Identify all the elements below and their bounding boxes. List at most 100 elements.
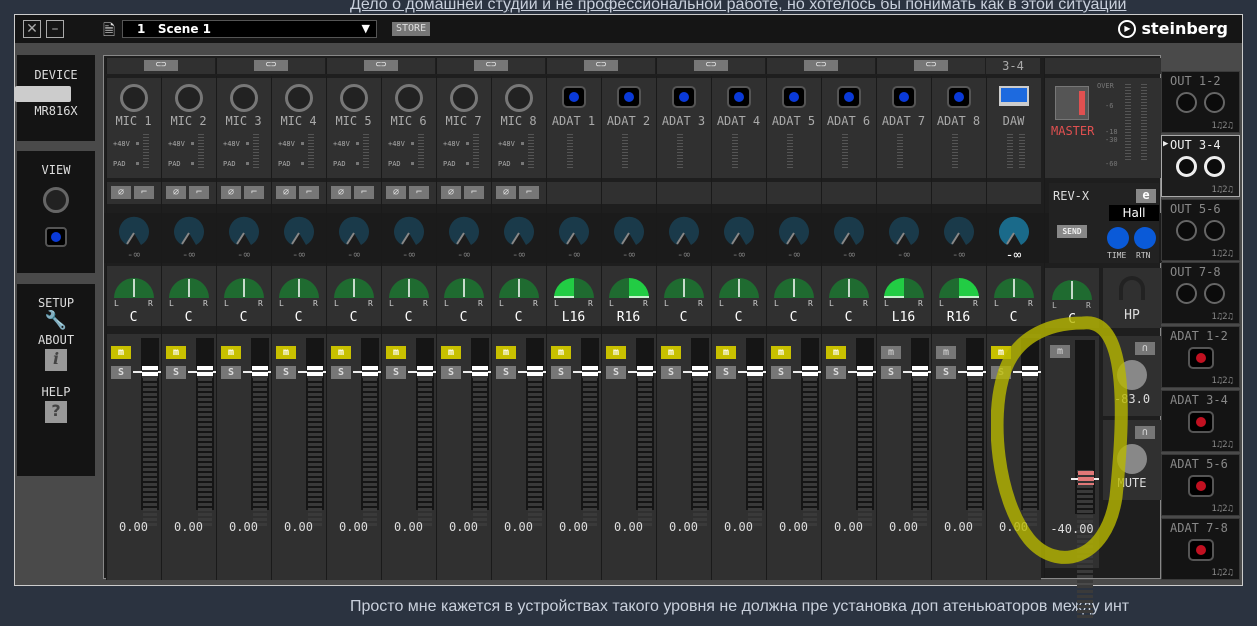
hpf-button[interactable]: ⌐ bbox=[189, 186, 209, 199]
hpf-button[interactable]: ⌐ bbox=[519, 186, 539, 199]
solo-button[interactable]: S bbox=[441, 366, 461, 379]
view-analog-icon[interactable] bbox=[43, 187, 69, 213]
fader-track[interactable] bbox=[196, 338, 214, 526]
solo-button[interactable]: S bbox=[551, 366, 571, 379]
pad-toggle[interactable] bbox=[466, 162, 469, 165]
fader-track[interactable] bbox=[966, 338, 984, 526]
fader-handle[interactable] bbox=[197, 366, 213, 378]
fader-track[interactable] bbox=[141, 338, 159, 526]
fader-track[interactable] bbox=[746, 338, 764, 526]
pad-toggle[interactable] bbox=[191, 162, 194, 165]
reverb-rtn-knob[interactable] bbox=[1134, 227, 1156, 249]
phantom-toggle[interactable] bbox=[191, 142, 194, 145]
fader-handle[interactable] bbox=[747, 366, 763, 378]
mute-button[interactable]: m bbox=[276, 346, 296, 359]
scene-select[interactable]: 1 Scene 1 ▼ bbox=[122, 20, 377, 38]
minimize-button[interactable]: – bbox=[46, 20, 64, 38]
output-adat-1-2[interactable]: ADAT 1-2 1♫2♫ bbox=[1161, 326, 1240, 388]
reverb-time-knob[interactable] bbox=[1107, 227, 1129, 249]
pad-toggle[interactable] bbox=[411, 162, 414, 165]
solo-button[interactable]: S bbox=[771, 366, 791, 379]
solo-button[interactable]: S bbox=[936, 366, 956, 379]
link-icon[interactable]: ⊂⊃ bbox=[474, 60, 508, 71]
fader-track[interactable] bbox=[691, 338, 709, 526]
phantom-toggle[interactable] bbox=[136, 142, 139, 145]
wrench-icon[interactable]: 🔧 bbox=[17, 310, 95, 331]
solo-button[interactable]: S bbox=[221, 366, 241, 379]
phase-button[interactable]: ⌀ bbox=[166, 186, 186, 199]
phantom-toggle[interactable] bbox=[411, 142, 414, 145]
link-icon[interactable]: ⊂⊃ bbox=[144, 60, 178, 71]
solo-button[interactable]: S bbox=[606, 366, 626, 379]
fader-track[interactable] bbox=[251, 338, 269, 526]
hpf-button[interactable]: ⌐ bbox=[464, 186, 484, 199]
pad-toggle[interactable] bbox=[356, 162, 359, 165]
pad-toggle[interactable] bbox=[301, 162, 304, 165]
view-adat-icon[interactable] bbox=[45, 227, 67, 247]
mute-button[interactable]: m bbox=[386, 346, 406, 359]
fader-handle[interactable] bbox=[912, 366, 928, 378]
phase-button[interactable]: ⌀ bbox=[441, 186, 461, 199]
close-button[interactable]: ✕ bbox=[23, 20, 41, 38]
mute-button[interactable]: m bbox=[826, 346, 846, 359]
info-icon[interactable]: i bbox=[45, 349, 67, 371]
solo-button[interactable]: S bbox=[111, 366, 131, 379]
fader-handle[interactable] bbox=[362, 366, 378, 378]
output-out-3-4[interactable]: OUT 3-4 ▶ 1♫2♫ bbox=[1161, 135, 1240, 197]
hpf-button[interactable]: ⌐ bbox=[299, 186, 319, 199]
pad-toggle[interactable] bbox=[246, 162, 249, 165]
fader-track[interactable] bbox=[911, 338, 929, 526]
solo-button[interactable]: S bbox=[166, 366, 186, 379]
link-icon[interactable]: ⊂⊃ bbox=[584, 60, 618, 71]
phantom-toggle[interactable] bbox=[466, 142, 469, 145]
fader-track[interactable] bbox=[856, 338, 874, 526]
output-adat-7-8[interactable]: ADAT 7-8 1♫2♫ bbox=[1161, 518, 1240, 580]
solo-button[interactable]: S bbox=[386, 366, 406, 379]
hpf-button[interactable]: ⌐ bbox=[354, 186, 374, 199]
hpf-button[interactable]: ⌐ bbox=[409, 186, 429, 199]
store-button[interactable]: STORE bbox=[392, 22, 431, 36]
solo-button[interactable]: S bbox=[331, 366, 351, 379]
fader-handle[interactable] bbox=[802, 366, 818, 378]
reverb-type[interactable]: Hall bbox=[1109, 205, 1159, 221]
fader-track[interactable] bbox=[306, 338, 324, 526]
mute-button[interactable]: m bbox=[496, 346, 516, 359]
device-panel[interactable]: DEVICE MR816X bbox=[15, 55, 95, 141]
fader-track[interactable] bbox=[361, 338, 379, 526]
mute-button[interactable]: m bbox=[221, 346, 241, 359]
phase-button[interactable]: ⌀ bbox=[496, 186, 516, 199]
fader-handle[interactable] bbox=[252, 366, 268, 378]
solo-button[interactable]: S bbox=[716, 366, 736, 379]
mute-button[interactable]: m bbox=[331, 346, 351, 359]
help-icon[interactable]: ? bbox=[45, 401, 67, 423]
solo-button[interactable]: S bbox=[881, 366, 901, 379]
solo-button[interactable]: S bbox=[496, 366, 516, 379]
hpf-button[interactable]: ⌐ bbox=[134, 186, 154, 199]
solo-button[interactable]: S bbox=[826, 366, 846, 379]
fader-handle[interactable] bbox=[637, 366, 653, 378]
solo-button[interactable]: S bbox=[661, 366, 681, 379]
fader-handle[interactable] bbox=[527, 366, 543, 378]
fader-handle[interactable] bbox=[307, 366, 323, 378]
fader-handle[interactable] bbox=[967, 366, 983, 378]
pad-toggle[interactable] bbox=[521, 162, 524, 165]
link-icon[interactable]: ⊂⊃ bbox=[364, 60, 398, 71]
link-icon[interactable]: ⊂⊃ bbox=[914, 60, 948, 71]
phantom-toggle[interactable] bbox=[521, 142, 524, 145]
fader-track[interactable] bbox=[636, 338, 654, 526]
mute-button[interactable]: m bbox=[936, 346, 956, 359]
chevron-down-icon[interactable]: ▼ bbox=[362, 21, 370, 37]
fader-handle[interactable] bbox=[142, 366, 158, 378]
mute-button[interactable]: m bbox=[661, 346, 681, 359]
reverb-send-button[interactable]: SEND bbox=[1057, 225, 1087, 238]
output-adat-5-6[interactable]: ADAT 5-6 1♫2♫ bbox=[1161, 454, 1240, 516]
reverb-edit-button[interactable]: e bbox=[1136, 189, 1156, 203]
phase-button[interactable]: ⌀ bbox=[386, 186, 406, 199]
phase-button[interactable]: ⌀ bbox=[111, 186, 131, 199]
link-icon[interactable]: ⊂⊃ bbox=[804, 60, 838, 71]
phantom-toggle[interactable] bbox=[356, 142, 359, 145]
fader-handle[interactable] bbox=[417, 366, 433, 378]
mute-button[interactable]: m bbox=[606, 346, 626, 359]
phase-button[interactable]: ⌀ bbox=[221, 186, 241, 199]
mute-button[interactable]: m bbox=[881, 346, 901, 359]
